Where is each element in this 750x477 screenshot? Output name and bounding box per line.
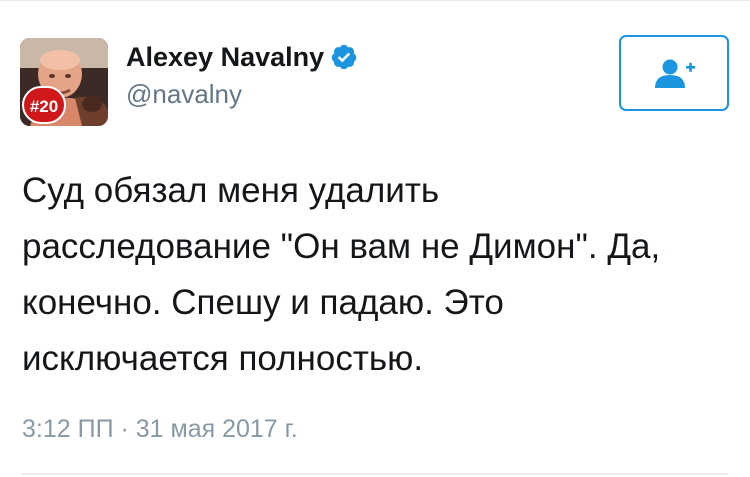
add-user-icon — [655, 59, 695, 88]
tweet-timestamp[interactable]: 3:12 ПП · 31 мая 2017 г. — [22, 413, 298, 445]
tweet-text: Суд обязал меня удалить расследование "О… — [22, 163, 738, 387]
verified-badge-icon — [330, 43, 358, 71]
tweet-text-line: конечно. Спешу и падаю. Это — [22, 283, 504, 322]
display-name[interactable]: Alexey Navalny — [126, 40, 324, 74]
follow-button[interactable] — [619, 35, 729, 111]
display-name-row[interactable]: Alexey Navalny — [126, 40, 358, 74]
user-handle[interactable]: @navalny — [126, 78, 242, 110]
bottom-divider — [22, 473, 728, 475]
tweet-text-line: Суд обязал меня удалить — [22, 171, 440, 210]
tweet-card: #20 Alexey Navalny @navalny Суд обязал м… — [0, 0, 750, 477]
avatar-badge: #20 — [22, 86, 66, 124]
tweet-text-line: расследование "Он вам не Димон". Да, — [22, 227, 661, 266]
tweet-text-line: исключается полностью. — [22, 339, 424, 378]
